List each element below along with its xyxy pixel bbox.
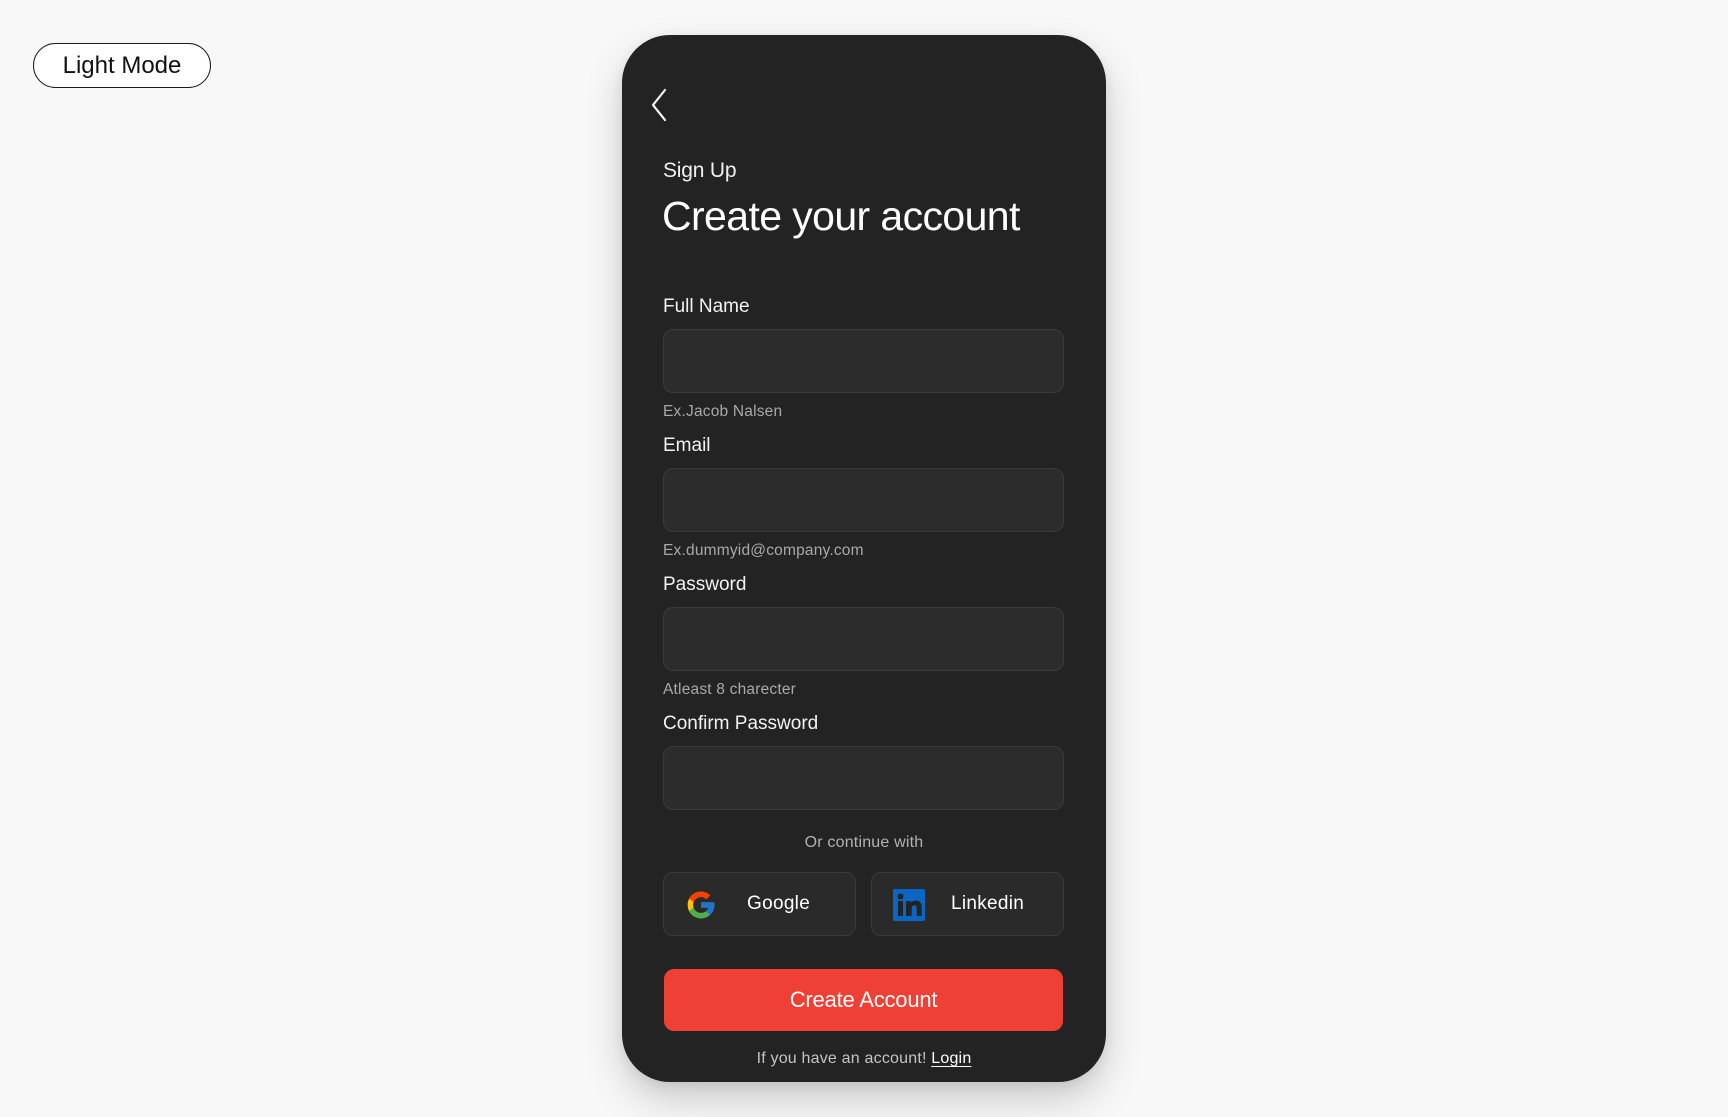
page-title: Create your account <box>662 193 1020 239</box>
full-name-group: Full Name Ex.Jacob Nalsen <box>663 295 1064 421</box>
google-icon <box>687 891 715 919</box>
full-name-hint: Ex.Jacob Nalsen <box>663 403 783 420</box>
login-link[interactable]: Login <box>931 1050 971 1067</box>
confirm-password-label: Confirm Password <box>663 713 819 734</box>
chevron-left-icon <box>651 88 667 122</box>
back-button[interactable] <box>644 85 674 125</box>
email-label: Email <box>663 435 711 456</box>
email-hint: Ex.dummyid@company.com <box>663 542 864 559</box>
email-group: Email Ex.dummyid@company.com <box>663 434 1064 560</box>
linkedin-button-label: Linkedin <box>951 893 1025 914</box>
password-hint: Atleast 8 charecter <box>663 681 797 698</box>
confirm-password-group: Confirm Password <box>663 712 1064 810</box>
full-name-label: Full Name <box>663 296 750 317</box>
password-input[interactable] <box>663 607 1064 671</box>
password-group: Password Atleast 8 charecter <box>663 573 1064 699</box>
google-button[interactable]: Google <box>663 872 856 936</box>
email-input[interactable] <box>663 468 1064 532</box>
linkedin-icon <box>893 889 925 921</box>
login-prompt: If you have an account! Login <box>622 1050 1106 1068</box>
create-account-button[interactable]: Create Account <box>664 969 1063 1031</box>
social-divider-text: Or continue with <box>804 834 924 851</box>
login-prompt-text: If you have an account! <box>756 1050 927 1067</box>
google-button-label: Google <box>747 893 811 914</box>
page-eyebrow: Sign Up <box>663 159 737 182</box>
full-name-input[interactable] <box>663 329 1064 393</box>
linkedin-button[interactable]: Linkedin <box>871 872 1064 936</box>
signup-panel: Sign Up Create your account Full Name Ex… <box>622 35 1106 1082</box>
light-mode-toggle[interactable]: Light Mode <box>33 43 211 88</box>
confirm-password-input[interactable] <box>663 746 1064 810</box>
password-label: Password <box>663 574 747 595</box>
